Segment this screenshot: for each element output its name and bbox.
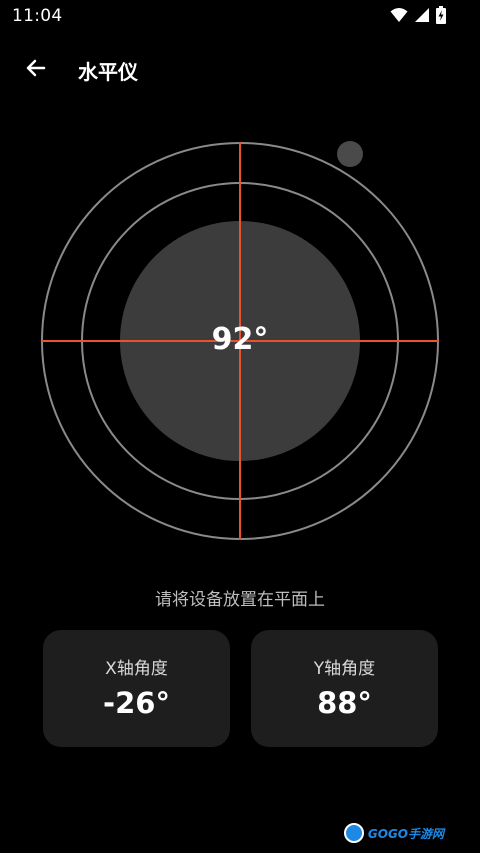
hint-text: 请将设备放置在平面上 [155,590,325,610]
x-axis-value: -26° [103,686,170,720]
watermark-logo [343,823,364,843]
level-bubble [337,141,363,167]
y-axis-label: Y轴角度 [313,659,376,679]
level-gauge: 92° [0,130,480,550]
status-bar: 11:04 [0,0,480,34]
arrow-left-icon [24,56,48,84]
watermark: GOGO手游网 [343,823,444,843]
status-time: 11:04 [12,6,63,26]
app-bar: 水平仪 [0,44,480,96]
wifi-icon [390,7,408,27]
watermark-text: GOGO手游网 [367,826,444,841]
status-icons [390,6,446,28]
x-axis-label: X轴角度 [105,659,168,679]
signal-icon [414,7,430,27]
page-title: 水平仪 [78,60,138,84]
y-axis-value: 88° [317,686,372,720]
battery-charging-icon [436,6,446,28]
x-axis-card: X轴角度 -26° [43,630,230,747]
back-button[interactable] [16,50,56,90]
angle-readout: 92° [211,322,269,357]
y-axis-card: Y轴角度 88° [251,630,438,747]
